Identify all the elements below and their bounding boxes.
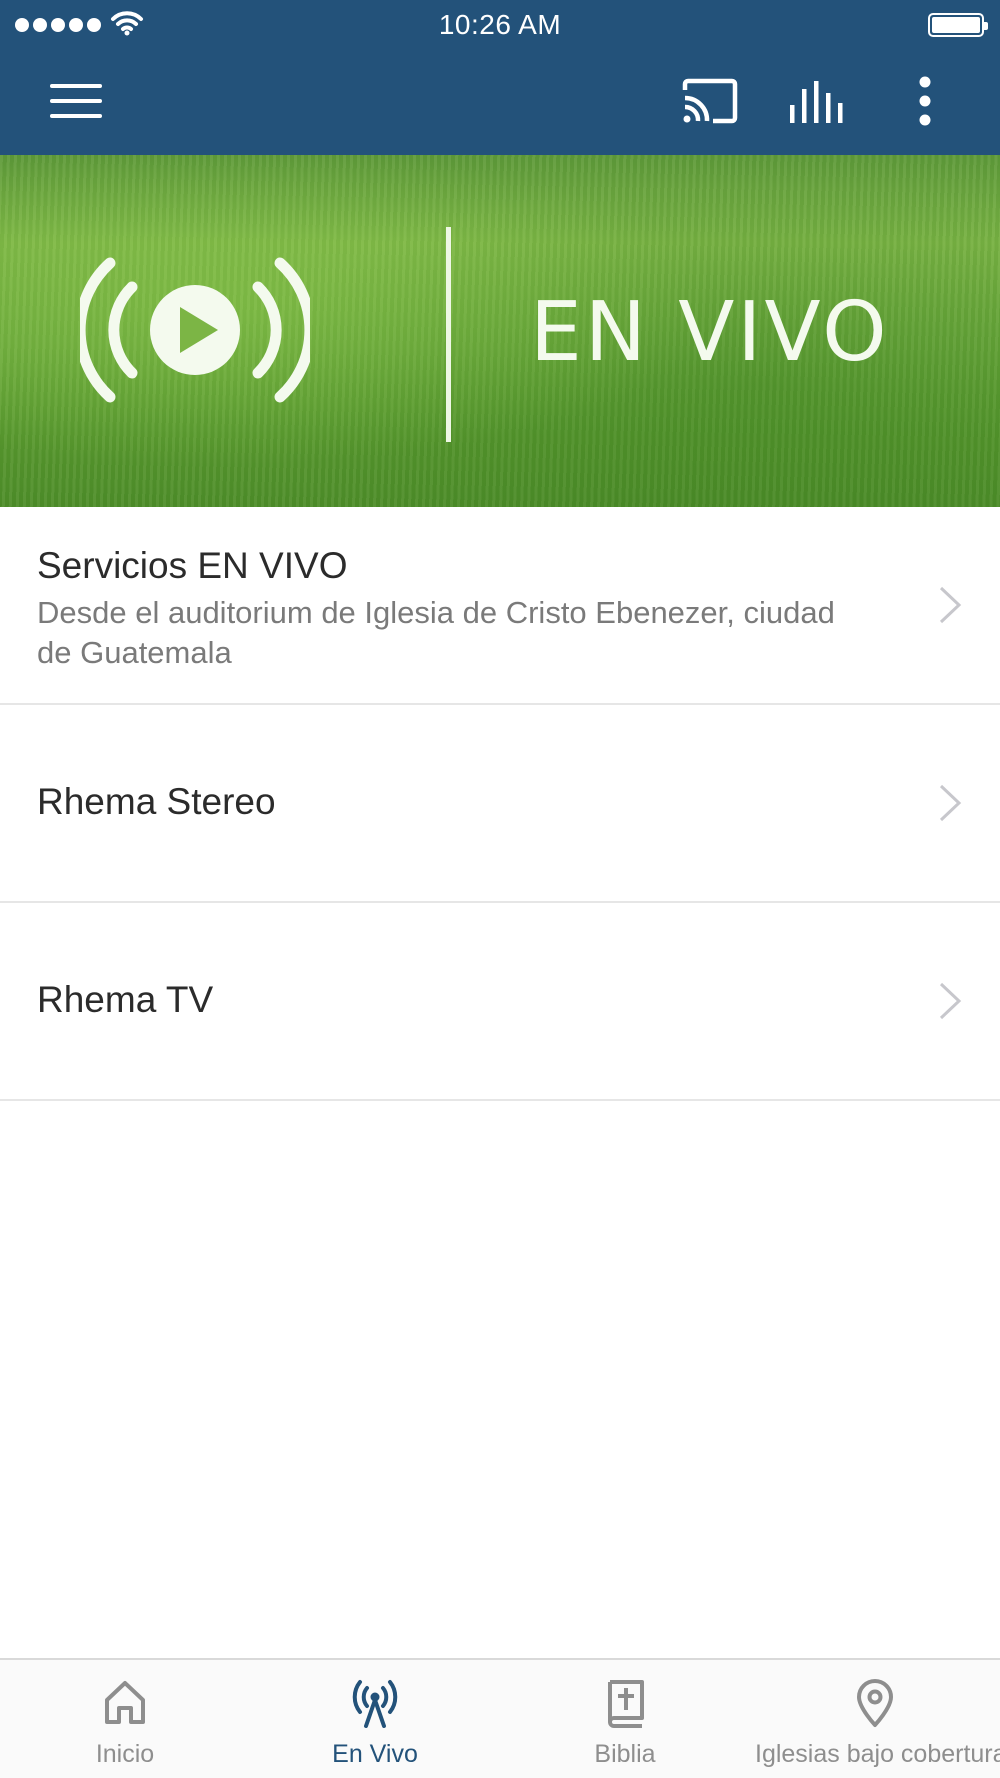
live-list: Servicios EN VIVO Desde el auditorium de…: [0, 507, 1000, 1101]
tab-label: Biblia: [594, 1740, 656, 1768]
bottom-tab-bar: Inicio En Vivo Biblia Iglesias bajo cobe…: [0, 1658, 1000, 1778]
chevron-right-icon: [939, 982, 962, 1020]
location-pin-icon: [857, 1679, 893, 1727]
cast-icon: [682, 78, 738, 124]
hamburger-menu-icon: [50, 84, 102, 118]
status-time: 10:26 AM: [438, 9, 562, 40]
tab-inicio[interactable]: Inicio: [25, 1660, 225, 1778]
tab-label: Iglesias bajo cobertura: [755, 1740, 1000, 1768]
broadcast-antenna-icon: [352, 1680, 398, 1728]
app-bar: [0, 50, 1000, 155]
list-item-rhema-stereo[interactable]: Rhema Stereo: [0, 705, 1000, 903]
list-item-rhema-tv[interactable]: Rhema TV: [0, 903, 1000, 1101]
tab-iglesias-bajo-cobertura[interactable]: Iglesias bajo cobertura: [755, 1660, 1000, 1778]
equalizer-icon: [790, 81, 843, 123]
banner-divider: [446, 227, 451, 442]
cast-button[interactable]: [670, 70, 750, 132]
chevron-right-icon: [939, 586, 962, 624]
app-header: 10:26 AM: [0, 0, 1000, 155]
banner-title: EN VIVO: [530, 285, 890, 380]
list-item-title: Servicios EN VIVO: [37, 545, 348, 586]
tab-en-vivo[interactable]: En Vivo: [275, 1660, 475, 1778]
list-item-title: Rhema TV: [37, 979, 214, 1020]
tab-label: Inicio: [95, 1740, 155, 1768]
list-item-servicios-en-vivo[interactable]: Servicios EN VIVO Desde el auditorium de…: [0, 507, 1000, 705]
list-item-subtitle: Desde el auditorium de Iglesia de Cristo…: [37, 595, 835, 670]
equalizer-button[interactable]: [777, 70, 857, 132]
menu-button[interactable]: [36, 70, 116, 132]
live-banner: EN VIVO: [0, 155, 1000, 507]
live-broadcast-play-icon: [74, 255, 316, 410]
more-options-button[interactable]: [895, 70, 955, 132]
list-item-title: Rhema Stereo: [37, 781, 276, 822]
status-bar: 10:26 AM: [0, 0, 1000, 50]
bible-icon: [608, 1680, 644, 1728]
more-vertical-icon: [919, 76, 931, 126]
battery-icon: [928, 13, 988, 37]
home-icon: [105, 1681, 145, 1724]
tab-label: En Vivo: [332, 1740, 418, 1768]
chevron-right-icon: [939, 784, 962, 822]
tab-biblia[interactable]: Biblia: [525, 1660, 725, 1778]
